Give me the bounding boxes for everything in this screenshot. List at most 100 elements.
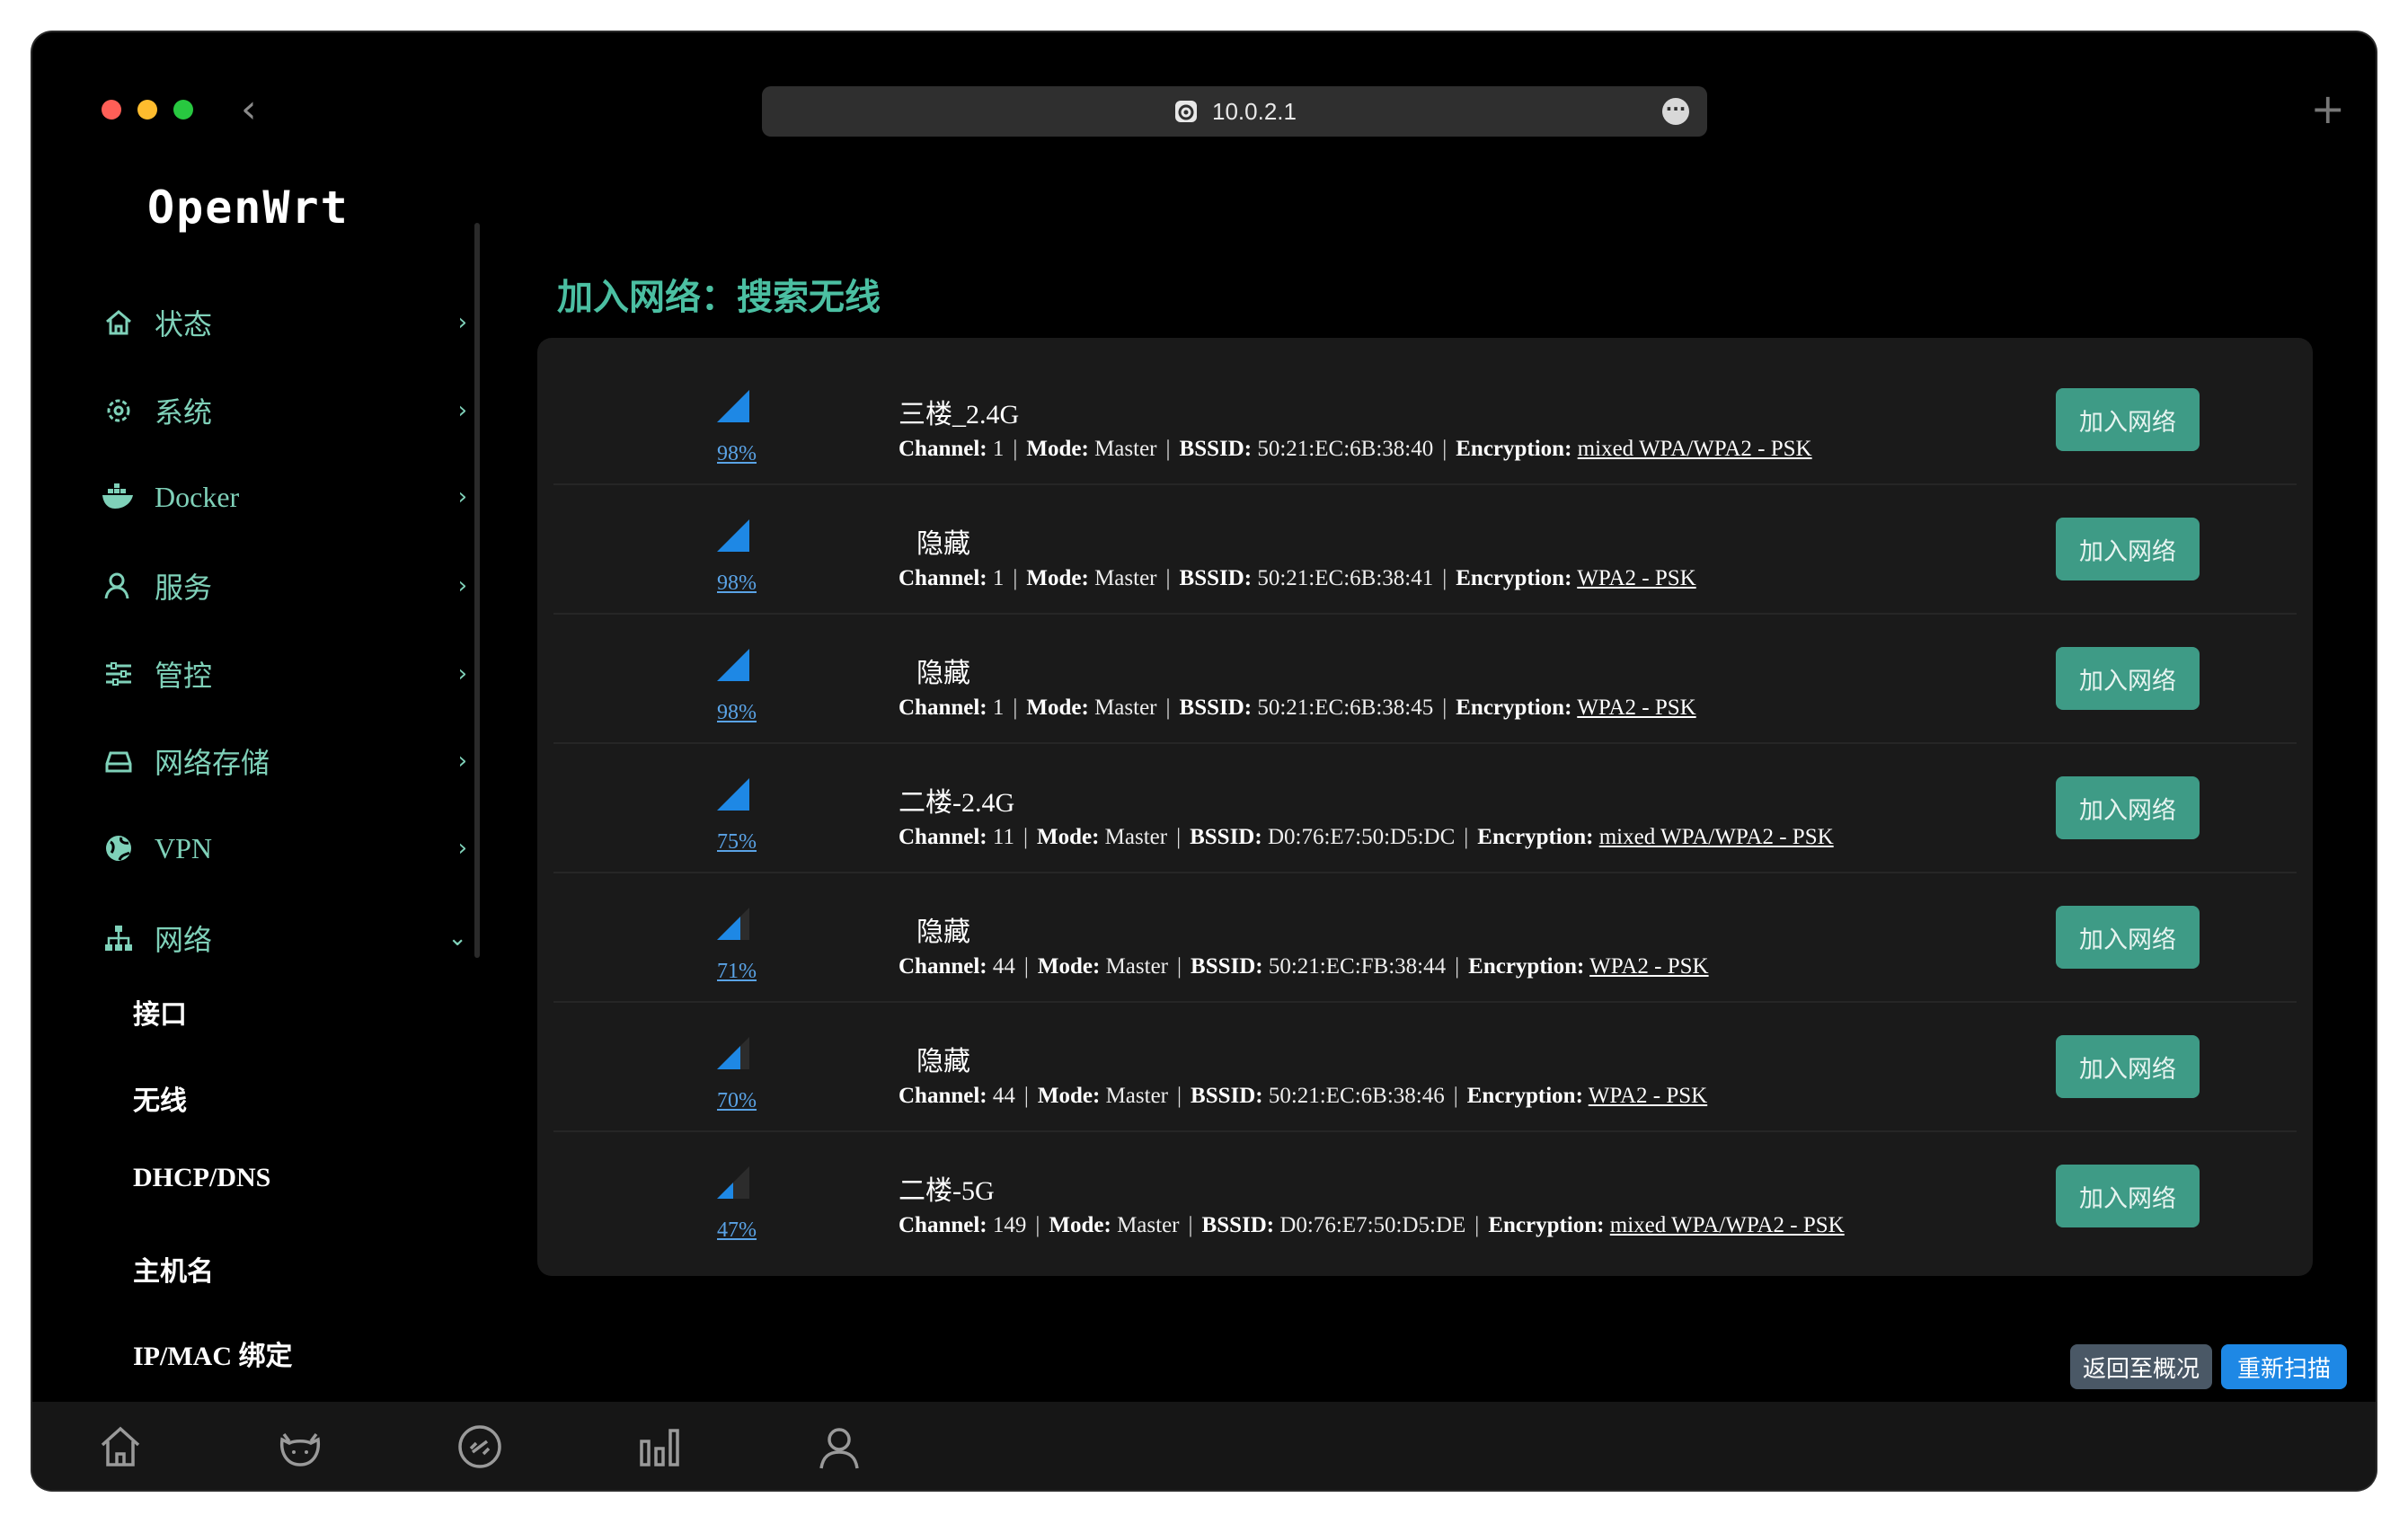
network-details: Channel: 11 | Mode: Master | BSSID: D0:76:E7… [899,825,1834,849]
sidebar-item-label: 状态 [155,308,213,341]
network-ssid: 隐藏 [916,1047,970,1077]
network-row: 47% 二楼-5G Channel: 149 | Mode: Master | BSSI… [553,1130,2297,1260]
encryption-link[interactable]: WPA2 - PSK [1589,1084,1707,1108]
sidebar-item-storage[interactable]: 网络存储 › [101,734,478,788]
signal-percent[interactable]: 98% [692,701,782,725]
signal-strength-icon [717,1037,749,1069]
network-ssid: 二楼-2.4G [899,788,1015,818]
network-ssid: 三楼_2.4G [899,400,1020,430]
signal-percent[interactable]: 71% [692,960,782,984]
new-tab-icon[interactable]: + [2310,84,2345,133]
back-to-overview-button[interactable]: 返回至概况 [2070,1344,2212,1389]
browser-window: ‹ 10.0.2.1 ··· + OpenWrt 状态 › 系统 › Docke… [32,32,2376,1490]
link-tab-icon[interactable] [455,1422,505,1472]
signal-strength-icon [717,778,749,811]
sidebar-item-label: 管控 [155,660,213,692]
home-tab-icon[interactable] [95,1422,146,1472]
bottom-tab-bar [32,1402,2376,1490]
network-details: Channel: 149 | Mode: Master | BSSID: D0:76:E… [899,1213,1845,1237]
signal-strength-icon [717,390,749,422]
chevron-down-icon: ⌄ [447,925,467,952]
sidebar-item-status[interactable]: 状态 › [101,296,478,350]
chevron-right-icon: › [457,660,467,687]
network-details: Channel: 44 | Mode: Master | BSSID: 50:21:EC… [899,1084,1708,1108]
network-icon [101,920,137,956]
chevron-right-icon: › [457,483,467,510]
encryption-link[interactable]: WPA2 - PSK [1577,566,1695,590]
sidebar-item-label: 系统 [155,396,213,429]
signal-percent[interactable]: 98% [692,572,782,596]
page-title: 加入网络：搜索无线 [557,277,881,318]
sidebar-item-label: VPN [155,831,213,864]
more-icon[interactable]: ··· [1662,98,1689,125]
sidebar-subitem-ip-mac-binding[interactable]: IP/MAC 绑定 [133,1334,292,1373]
url-text: 10.0.2.1 [1212,97,1297,125]
signal-strength-icon [717,908,749,940]
zoom-window-button[interactable] [173,100,193,120]
join-network-button[interactable]: 加入网络 [2056,776,2200,839]
encryption-link[interactable]: mixed WPA/WPA2 - PSK [1599,825,1834,849]
join-network-button[interactable]: 加入网络 [2056,906,2200,969]
sidebar-subitem-dhcp-dns[interactable]: DHCP/DNS [133,1163,270,1193]
chevron-right-icon: › [457,309,467,336]
back-icon[interactable]: ‹ [241,88,257,131]
cat-tab-icon[interactable] [275,1422,325,1472]
join-network-button[interactable]: 加入网络 [2056,1035,2200,1098]
sidebar-item-network[interactable]: 网络 ⌄ [101,911,478,965]
address-bar[interactable]: 10.0.2.1 ··· [762,86,1707,137]
sidebar-subitem-interfaces[interactable]: 接口 [133,992,187,1032]
network-details: Channel: 44 | Mode: Master | BSSID: 50:21:EC… [899,954,1709,979]
join-network-button[interactable]: 加入网络 [2056,1165,2200,1227]
network-row: 71% 隐藏 Channel: 44 | Mode: Master | BSSID: 5… [553,872,2297,1003]
network-details: Channel: 1 | Mode: Master | BSSID: 50:21:EC:… [899,566,1696,590]
signal-percent[interactable]: 47% [692,1218,782,1243]
network-ssid: 隐藏 [916,529,970,559]
sidebar-item-control[interactable]: 管控 › [101,647,478,701]
network-details: Channel: 1 | Mode: Master | BSSID: 50:21:EC:… [899,696,1696,720]
signal-percent[interactable]: 75% [692,830,782,855]
join-network-button[interactable]: 加入网络 [2056,647,2200,710]
network-row: 70% 隐藏 Channel: 44 | Mode: Master | BSSID: 5… [553,1001,2297,1132]
network-ssid: 隐藏 [916,917,970,947]
signal-strength-icon [717,649,749,681]
network-details: Channel: 1 | Mode: Master | BSSID: 50:21:EC:… [899,437,1812,461]
network-list: 98% 三楼_2.4G Channel: 1 | Mode: Master | BSSI… [537,338,2313,1276]
encryption-link[interactable]: WPA2 - PSK [1577,696,1695,720]
network-row: 98% 隐藏 Channel: 1 | Mode: Master | BSSID: 50… [553,613,2297,744]
gear-icon [101,393,137,429]
sidebar-subitem-wireless[interactable]: 无线 [133,1078,187,1118]
join-network-button[interactable]: 加入网络 [2056,518,2200,580]
sidebar-item-services[interactable]: 服务 › [101,559,478,613]
network-ssid: 二楼-5G [899,1176,995,1206]
network-row: 75% 二楼-2.4G Channel: 11 | Mode: Master | BSS… [553,742,2297,873]
chevron-right-icon: › [457,397,467,424]
site-icon [1175,101,1197,122]
sidebar-item-label: 网络 [155,924,213,956]
sidebar-subitem-hostnames[interactable]: 主机名 [133,1249,214,1289]
encryption-link[interactable]: mixed WPA/WPA2 - PSK [1610,1213,1845,1237]
chevron-right-icon: › [457,748,467,775]
home-icon [101,305,137,341]
sidebar-item-vpn[interactable]: VPN › [101,821,478,875]
chevron-right-icon: › [457,835,467,862]
sliders-icon [101,656,137,692]
sidebar-item-label: 网络存储 [155,747,270,779]
signal-percent[interactable]: 70% [692,1089,782,1113]
encryption-link[interactable]: WPA2 - PSK [1589,954,1708,979]
encryption-link[interactable]: mixed WPA/WPA2 - PSK [1578,437,1812,461]
sidebar-item-system[interactable]: 系统 › [101,384,478,438]
sidebar-item-label: 服务 [155,572,213,604]
sidebar-item-docker[interactable]: Docker › [101,470,478,524]
logo: OpenWrt [147,182,350,234]
user-tab-icon[interactable] [814,1422,864,1472]
signal-strength-icon [717,1166,749,1199]
globe-icon [101,830,137,866]
sidebar-item-label: Docker [155,480,240,513]
stats-tab-icon[interactable] [634,1422,685,1472]
chevron-right-icon: › [457,572,467,599]
minimize-window-button[interactable] [137,100,157,120]
close-window-button[interactable] [102,100,121,120]
rescan-button[interactable]: 重新扫描 [2221,1344,2347,1389]
signal-percent[interactable]: 98% [692,442,782,466]
join-network-button[interactable]: 加入网络 [2056,388,2200,451]
